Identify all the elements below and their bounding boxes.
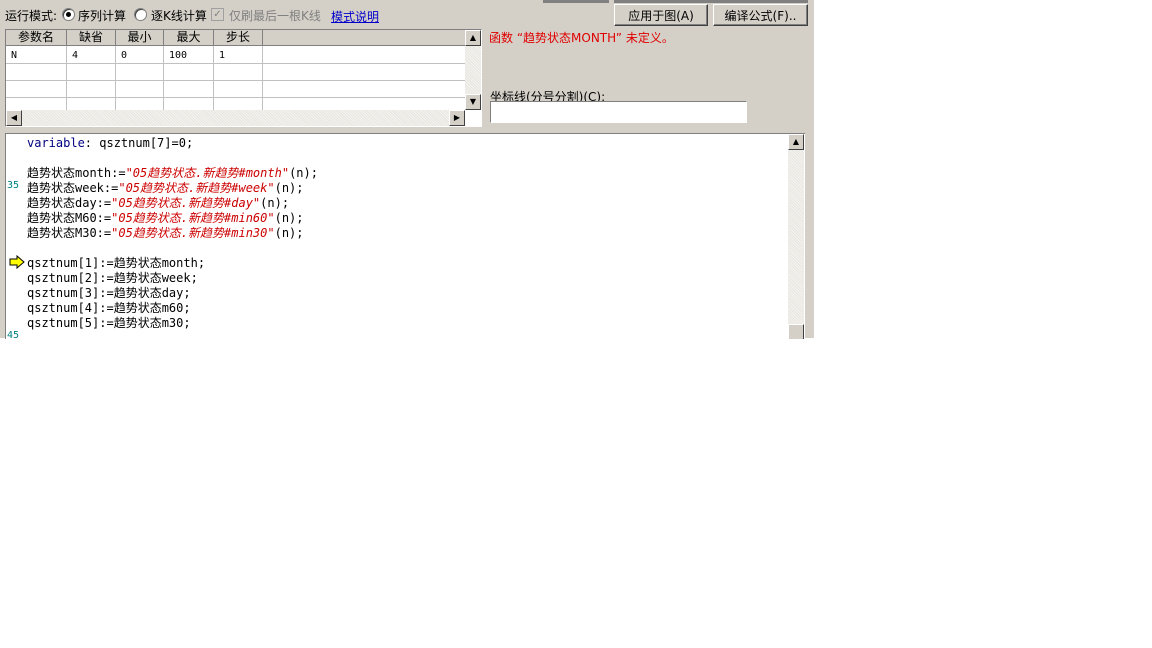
column-header-default[interactable]: 缺省 xyxy=(67,30,116,46)
line-number: 45 xyxy=(7,330,20,339)
grid-line xyxy=(6,97,465,98)
code-token: qsztnum[4]:=趋势状态m60; xyxy=(27,301,191,315)
code-line[interactable]: variable: qsztnum[7]=0; xyxy=(27,136,318,151)
code-line[interactable]: qsztnum[5]:=趋势状态m30; xyxy=(27,316,318,331)
scroll-right-icon[interactable]: ▶ xyxy=(449,110,465,126)
code-text[interactable]: variable: qsztnum[7]=0; 趋势状态month:="05趋势… xyxy=(27,136,318,331)
code-token: qsztnum[3]:=趋势状态day; xyxy=(27,286,191,300)
code-string: "05趋势状态.新趋势#min30" xyxy=(111,226,275,240)
code-keyword: variable xyxy=(27,136,85,150)
params-hscroll-track[interactable] xyxy=(22,110,449,126)
grid-line xyxy=(6,63,465,64)
code-token: (n); xyxy=(274,226,304,240)
code-token: 趋势状态M60:= xyxy=(27,211,112,225)
code-string: "05趋势状态.新趋势#day" xyxy=(111,196,261,210)
code-line[interactable]: 趋势状态week:="05趋势状态.新趋势#week"(n); xyxy=(27,181,318,196)
code-string: "05趋势状态.新趋势#month" xyxy=(125,166,290,180)
column-header-max[interactable]: 最大 xyxy=(164,30,214,46)
compile-formula-button[interactable]: 编译公式(F).. xyxy=(713,4,808,26)
scroll-up-icon[interactable]: ▲ xyxy=(788,134,804,150)
code-string: "05趋势状态.新趋势#week" xyxy=(118,181,275,195)
code-line[interactable]: qsztnum[1]:=趋势状态month; xyxy=(27,256,318,271)
last-kline-checkbox-label: 仅刷最后一根K线 xyxy=(229,9,321,23)
radio-sequence-label[interactable]: 序列计算 xyxy=(78,7,126,24)
column-header-name[interactable]: 参数名 xyxy=(6,30,67,46)
code-line[interactable]: 趋势状态M30:="05趋势状态.新趋势#min30"(n); xyxy=(27,226,318,241)
code-token: 趋势状态month:= xyxy=(27,166,126,180)
code-line[interactable]: qsztnum[4]:=趋势状态m60; xyxy=(27,301,318,316)
mode-help-link[interactable]: 模式说明 xyxy=(331,8,379,25)
code-token: (n); xyxy=(260,196,290,210)
scroll-down-icon[interactable]: ▼ xyxy=(465,94,481,110)
toolbar-edge xyxy=(543,0,609,3)
radio-by-kline[interactable] xyxy=(134,8,147,21)
cell-default[interactable]: 4 xyxy=(67,48,115,63)
code-line[interactable]: 趋势状态M60:="05趋势状态.新趋势#min60"(n); xyxy=(27,211,318,226)
toolbar-edge xyxy=(614,0,808,3)
run-mode-label: 运行模式: xyxy=(5,9,58,23)
cell-step[interactable]: 1 xyxy=(214,48,262,63)
code-token: 趋势状态day:= xyxy=(27,196,112,210)
error-message: 函数 “趋势状态MONTH” 未定义。 xyxy=(489,31,674,45)
code-token: : qsztnum[7]=0; xyxy=(84,136,194,150)
code-editor[interactable]: 35 45 variable: qsztnum[7]=0; 趋势状态month:… xyxy=(5,133,805,339)
code-token: 趋势状态M30:= xyxy=(27,226,112,240)
coordinate-line-input[interactable] xyxy=(490,101,747,123)
code-line[interactable]: qsztnum[2]:=趋势状态week; xyxy=(27,271,318,286)
column-header-step[interactable]: 步长 xyxy=(214,30,263,46)
radio-by-kline-label[interactable]: 逐K线计算 xyxy=(151,7,207,24)
line-number: 35 xyxy=(7,180,20,191)
scroll-left-icon[interactable]: ◀ xyxy=(6,110,22,126)
radio-sequence[interactable] xyxy=(62,8,75,21)
current-line-arrow-icon xyxy=(9,255,25,269)
editor-scroll-thumb[interactable] xyxy=(788,324,804,339)
cell-max[interactable]: 100 xyxy=(164,48,213,63)
apply-to-chart-button[interactable]: 应用于图(A) xyxy=(614,4,708,26)
grid-line xyxy=(6,80,465,81)
editor-vscroll-track[interactable] xyxy=(788,150,804,339)
code-token: 趋势状态week:= xyxy=(27,181,119,195)
scroll-up-icon[interactable]: ▲ xyxy=(465,30,481,46)
code-line[interactable]: 趋势状态month:="05趋势状态.新趋势#month"(n); xyxy=(27,166,318,181)
code-line[interactable]: 趋势状态day:="05趋势状态.新趋势#day"(n); xyxy=(27,196,318,211)
column-header-min[interactable]: 最小 xyxy=(116,30,164,46)
column-header-blank xyxy=(263,30,465,46)
code-line[interactable]: qsztnum[3]:=趋势状态day; xyxy=(27,286,318,301)
code-line[interactable] xyxy=(27,151,318,166)
cell-param-name[interactable]: N xyxy=(6,48,66,63)
params-table[interactable]: 参数名 缺省 最小 最大 步长 N 4 0 100 1 ▲ ▼ ◀ ▶ xyxy=(5,29,482,127)
code-string: "05趋势状态.新趋势#min60" xyxy=(111,211,275,225)
code-token: qsztnum[2]:=趋势状态week; xyxy=(27,271,198,285)
editor-gutter: 35 45 xyxy=(6,134,25,339)
last-kline-checkbox[interactable]: ✓ xyxy=(211,8,224,21)
code-token: qsztnum[1]:=趋势状态month; xyxy=(27,256,206,270)
grid-line xyxy=(262,46,263,110)
code-token: (n); xyxy=(274,211,304,225)
code-token: qsztnum[5]:=趋势状态m30; xyxy=(27,316,191,330)
code-line[interactable] xyxy=(27,241,318,256)
code-token: (n); xyxy=(274,181,304,195)
code-token: (n); xyxy=(289,166,318,180)
cell-min[interactable]: 0 xyxy=(116,48,163,63)
